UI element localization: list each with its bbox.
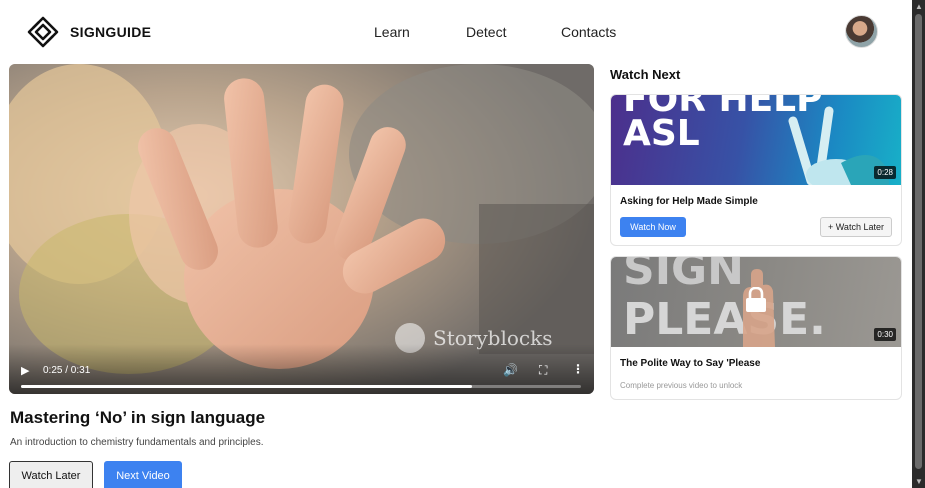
duration-badge: 0:30	[874, 328, 896, 341]
lock-icon	[746, 287, 766, 312]
top-nav-bar: SIGNGUIDE Learn Detect Contacts	[0, 0, 912, 64]
scrollbar-thumb[interactable]	[915, 14, 922, 469]
volume-icon[interactable]: 🔊	[503, 363, 518, 377]
watch-next-heading: Watch Next	[610, 67, 681, 82]
scroll-up-icon[interactable]: ▲	[915, 2, 923, 11]
play-icon[interactable]: ▶	[21, 364, 29, 377]
watch-next-card-locked: SIGN PLEASE. 0:30 The Polite Way to Say …	[610, 256, 902, 400]
next-video-button[interactable]: Next Video	[104, 461, 182, 488]
nav-contacts[interactable]: Contacts	[561, 24, 616, 40]
nav-learn[interactable]: Learn	[374, 24, 410, 40]
watch-next-card[interactable]: FOR HELP ASL 0:28 Asking for Help Made S…	[610, 94, 902, 246]
thumbnail-text: SIGN	[623, 257, 744, 295]
card-title: The Polite Way to Say 'Please	[620, 358, 761, 369]
video-title: Mastering ‘No’ in sign language	[10, 408, 266, 427]
page-scrollbar[interactable]: ▲ ▼	[912, 0, 925, 488]
video-thumbnail-locked: SIGN PLEASE. 0:30	[611, 257, 901, 347]
watch-later-button[interactable]: Watch Later	[9, 461, 93, 488]
user-avatar[interactable]	[845, 15, 878, 48]
video-thumbnail[interactable]: FOR HELP ASL 0:28	[611, 95, 901, 185]
thumbnail-text: ASL	[623, 113, 700, 154]
unlock-note: Complete previous video to unlock	[620, 381, 743, 390]
progress-bar[interactable]	[21, 385, 581, 388]
brand-name: SIGNGUIDE	[70, 24, 152, 40]
video-time: 0:25 / 0:31	[43, 365, 91, 376]
progress-fill	[21, 385, 473, 388]
watch-now-button[interactable]: Watch Now	[620, 217, 686, 237]
video-description: An introduction to chemistry fundamental…	[10, 437, 264, 448]
fullscreen-icon[interactable]: ⛶	[539, 363, 547, 378]
more-options-icon[interactable]: ⋮	[572, 362, 584, 376]
scroll-down-icon[interactable]: ▼	[915, 477, 923, 486]
thumbnail-text: PLEASE.	[623, 294, 826, 345]
handshake-logo-icon	[27, 16, 59, 48]
duration-badge: 0:28	[874, 166, 896, 179]
add-watch-later-button[interactable]: + Watch Later	[820, 217, 892, 237]
video-controls: ▶ 0:25 / 0:31 🔊 ⛶ ⋮	[9, 344, 594, 394]
card-title: Asking for Help Made Simple	[620, 196, 758, 207]
brand-logo[interactable]: SIGNGUIDE	[26, 15, 151, 49]
nav-detect[interactable]: Detect	[466, 24, 506, 40]
video-player[interactable]: Storyblocks ▶ 0:25 / 0:31 🔊 ⛶ ⋮	[9, 64, 594, 394]
